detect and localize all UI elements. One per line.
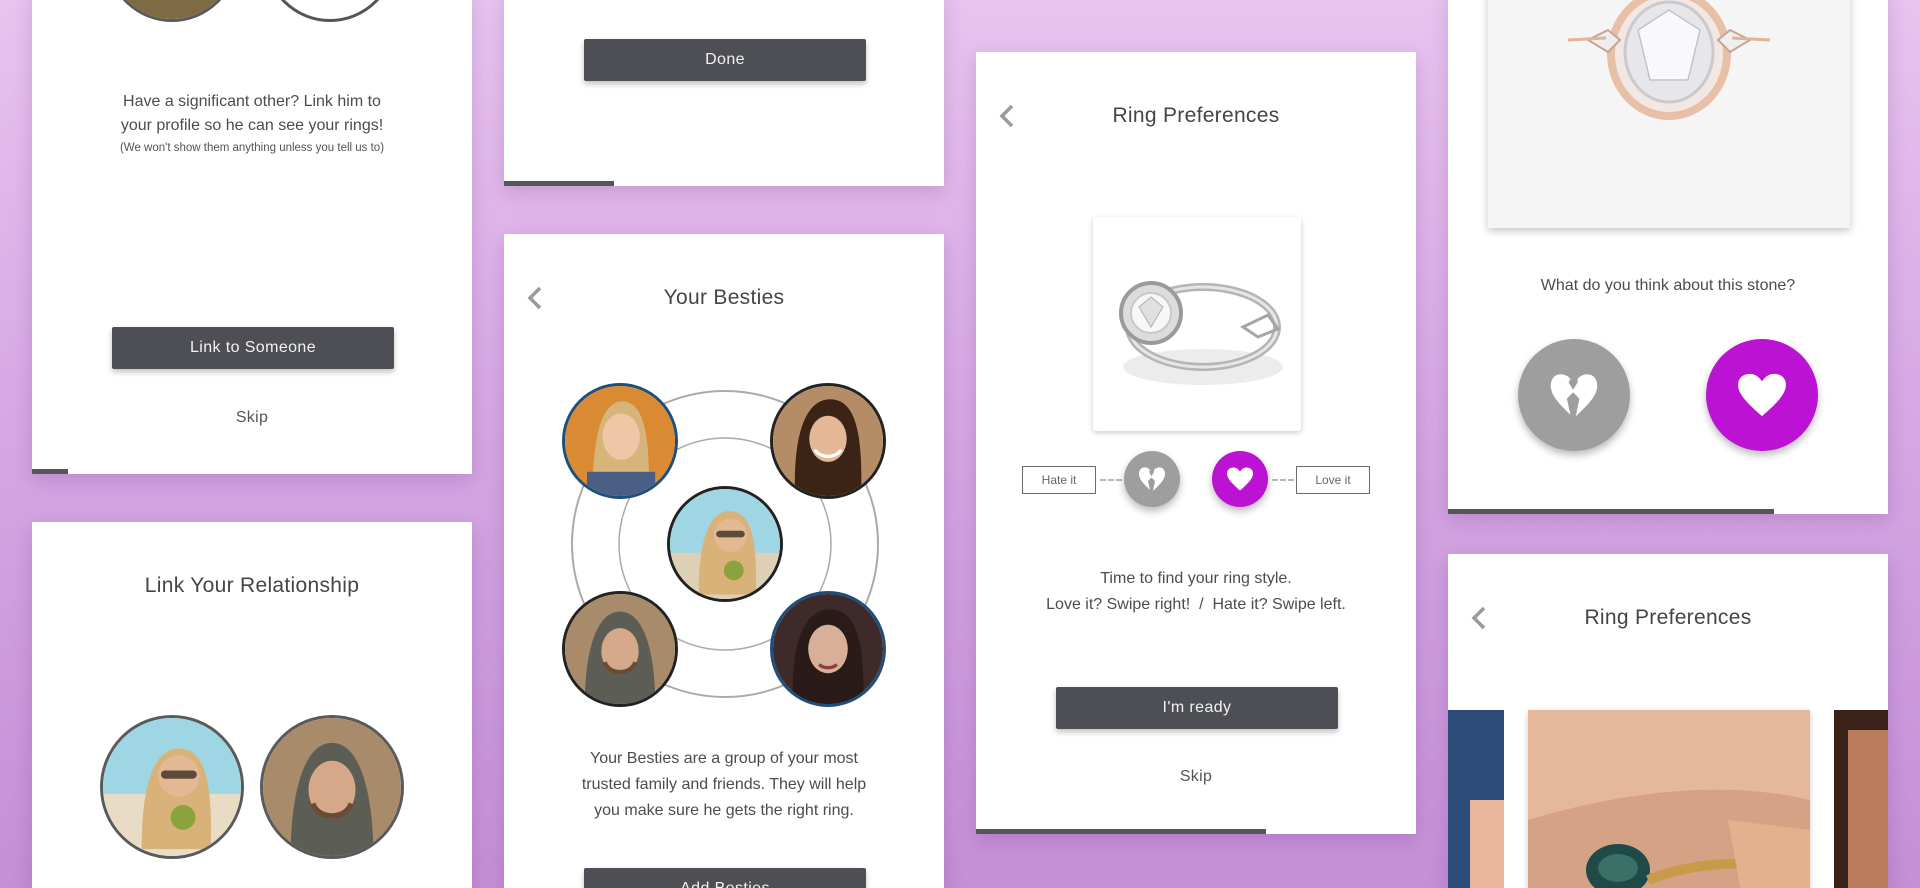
ring-image-card[interactable] <box>1093 217 1301 431</box>
hate-it-label: Hate it <box>1022 466 1096 494</box>
skip-link[interactable]: Skip <box>32 409 472 427</box>
page-title: Ring Preferences <box>1584 606 1752 629</box>
link-card: Have a significant other? Link him to yo… <box>32 0 472 474</box>
bestie-avatar-1[interactable] <box>562 383 678 499</box>
dislike-stone-button[interactable] <box>1518 339 1630 451</box>
love-it-label: Love it <box>1296 466 1370 494</box>
done-card: Done <box>504 0 944 186</box>
besties-body-line2: trusted family and friends. They will he… <box>581 776 867 793</box>
progress-bar <box>504 181 614 186</box>
bestie-avatar-center[interactable] <box>667 486 783 602</box>
page-title: Link Your Relationship <box>144 574 360 597</box>
progress-bar <box>976 829 1266 834</box>
bestie-avatar-3[interactable] <box>562 591 678 707</box>
stone-image-card[interactable] <box>1488 0 1850 228</box>
like-button[interactable] <box>1212 451 1268 507</box>
ring-pref-body-line2: Love it? Swipe right! / Hate it? Swipe l… <box>1046 596 1346 613</box>
carousel-prev-image[interactable] <box>1448 710 1504 888</box>
add-besties-button[interactable]: Add Besties <box>584 868 866 888</box>
progress-bar <box>32 469 68 474</box>
relationship-card: Link Your Relationship <box>32 522 472 888</box>
besties-body-line1: Your Besties are a group of your most <box>590 750 858 767</box>
ring-image <box>1119 281 1283 385</box>
page-title: Ring Preferences <box>1112 104 1280 127</box>
heart-icon <box>1227 467 1253 491</box>
broken-heart-icon <box>1139 467 1165 491</box>
besties-card: Your Besties Your Besties are a group of… <box>504 234 944 888</box>
heart-icon <box>1738 373 1786 417</box>
im-ready-button[interactable]: I'm ready <box>1056 687 1338 729</box>
bestie-avatar-4[interactable] <box>770 591 886 707</box>
link-body-small: (We won't show them anything unless you … <box>119 142 385 154</box>
dislike-button[interactable] <box>1124 451 1180 507</box>
bestie-avatar-2[interactable] <box>770 383 886 499</box>
avatar-user <box>106 0 238 22</box>
avatar-user <box>100 715 244 859</box>
skip-link[interactable]: Skip <box>976 768 1416 786</box>
ring-pref-card-2: Ring Preferences <box>1448 554 1888 888</box>
ring-pref-body-text: Time to find your ring style. Love it? S… <box>986 566 1406 618</box>
stone-question: What do you think about this stone? <box>1540 277 1796 294</box>
link-body-line2: your profile so he can see your rings! <box>120 117 384 134</box>
stone-image <box>1567 0 1771 120</box>
broken-heart-icon <box>1550 374 1598 417</box>
progress-bar <box>1448 509 1774 514</box>
dash-left <box>1100 479 1122 481</box>
ring-pref-body-line1: Time to find your ring style. <box>1100 570 1292 587</box>
ring-pref-card: Ring Preferences Hate it Love it Time to… <box>976 52 1416 834</box>
carousel-current-image[interactable] <box>1528 710 1810 888</box>
avatar-partner <box>260 715 404 859</box>
besties-body-line3: you make sure he gets the right ring. <box>594 802 854 819</box>
link-to-someone-button[interactable]: Link to Someone <box>112 327 394 369</box>
link-body-text: Have a significant other? Link him to yo… <box>52 90 452 158</box>
dash-right <box>1272 479 1294 481</box>
page-title: Your Besties <box>663 286 785 309</box>
link-body-line1: Have a significant other? Link him to <box>123 93 381 110</box>
stone-card: What do you think about this stone? <box>1448 0 1888 514</box>
like-stone-button[interactable] <box>1706 339 1818 451</box>
done-button[interactable]: Done <box>584 39 866 81</box>
besties-body-text: Your Besties are a group of your most tr… <box>524 746 924 824</box>
avatar-placeholder[interactable] <box>264 0 396 22</box>
carousel-next-image[interactable] <box>1834 710 1888 888</box>
